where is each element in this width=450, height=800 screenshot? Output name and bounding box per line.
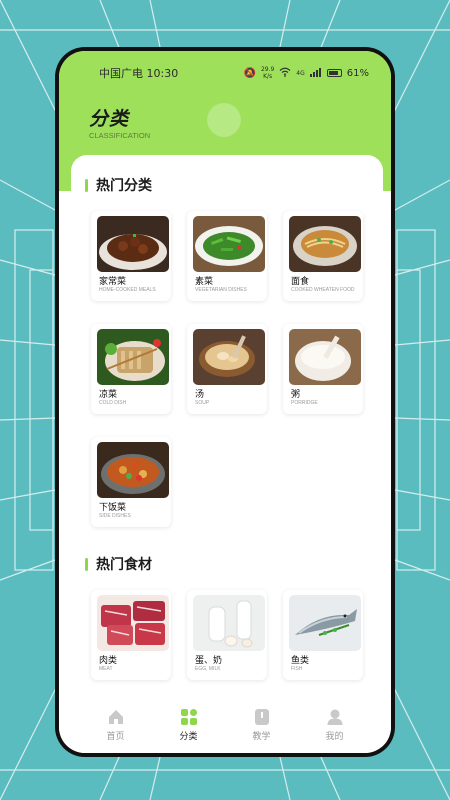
egg-milk-image xyxy=(193,595,265,651)
tab-label: 教学 xyxy=(252,732,271,742)
category-card-porridge[interactable]: 粥 PORRIDGE xyxy=(283,324,363,414)
cold-dish-image xyxy=(97,329,169,385)
side-dish-image xyxy=(97,442,169,498)
green-vegetables-image xyxy=(193,216,265,272)
speed-unit: K/s xyxy=(263,73,273,80)
bottom-tab-bar: 首页 分类 教学 我的 xyxy=(59,697,391,753)
ingredient-card-meat[interactable]: 肉类 MEAT xyxy=(91,590,171,680)
category-card-noodles[interactable]: 面食 COOKED WHEATEN FOOD xyxy=(283,211,363,301)
ingredient-name: 蛋、奶 xyxy=(195,656,223,666)
soup-image xyxy=(193,329,265,385)
status-bar: 中国广电 10:30 🔕 29.9 K/s 4G 61% xyxy=(59,63,391,83)
mute-icon: 🔕 xyxy=(243,67,256,79)
category-name: 汤 xyxy=(195,390,205,400)
category-card-cold-dish[interactable]: 凉菜 COLD DISH xyxy=(91,324,171,414)
tab-label: 我的 xyxy=(325,732,344,742)
section-header-hot-categories: 热门分类 xyxy=(85,175,152,195)
book-icon xyxy=(253,708,271,726)
category-name: 凉菜 xyxy=(99,390,118,400)
braised-meat-image xyxy=(97,216,169,272)
tab-mine[interactable]: 我的 xyxy=(310,708,360,742)
tab-teaching[interactable]: 教学 xyxy=(237,708,287,742)
status-icons: 🔕 29.9 K/s 4G 61% xyxy=(243,66,369,80)
category-subtitle: SOUP xyxy=(195,400,210,406)
section-accent-bar xyxy=(85,178,88,192)
section-title: 热门食材 xyxy=(96,557,152,573)
category-subtitle: VEGETARIAN DISHES xyxy=(195,287,247,293)
category-name: 素菜 xyxy=(195,277,214,287)
wifi-icon xyxy=(279,67,291,80)
category-card-home-cooked[interactable]: 家常菜 HOME-COOKED MEALS xyxy=(91,211,171,301)
category-icon xyxy=(180,708,198,726)
fish-image xyxy=(289,595,361,651)
section-header-hot-ingredients: 热门食材 xyxy=(85,554,152,574)
network-speed: 29.9 K/s xyxy=(261,66,274,80)
tab-home[interactable]: 首页 xyxy=(91,708,141,742)
category-card-side-dishes[interactable]: 下饭菜 SIDE DISHES xyxy=(91,437,171,527)
ingredient-subtitle: EGG, MILK xyxy=(195,666,221,672)
content-panel: 热门分类 家常菜 HOME-COOKED MEALS 素菜 VEGETARIAN… xyxy=(71,155,383,705)
home-icon xyxy=(107,708,125,726)
app-screen: 中国广电 10:30 🔕 29.9 K/s 4G 61% 分类 CLASSIFI… xyxy=(59,51,391,753)
phone-frame: 中国广电 10:30 🔕 29.9 K/s 4G 61% 分类 CLASSIFI… xyxy=(55,47,395,757)
meat-image xyxy=(97,595,169,651)
battery-level: 61% xyxy=(346,67,369,79)
ingredient-subtitle: FISH xyxy=(291,666,303,672)
category-name: 下饭菜 xyxy=(99,503,127,513)
speed-value: 29.9 xyxy=(260,66,275,73)
section-title: 热门分类 xyxy=(96,178,152,194)
signal-icon xyxy=(309,67,322,80)
section-accent-bar xyxy=(85,557,88,571)
category-name: 家常菜 xyxy=(99,277,127,287)
ingredient-subtitle: MEAT xyxy=(99,666,113,672)
category-name: 粥 xyxy=(291,390,301,400)
ingredient-card-egg-milk[interactable]: 蛋、奶 EGG, MILK xyxy=(187,590,267,680)
category-subtitle: SIDE DISHES xyxy=(99,513,131,519)
page-subtitle: CLASSIFICATION xyxy=(89,131,151,140)
noodle-soup-image xyxy=(289,216,361,272)
tab-label: 分类 xyxy=(179,732,198,742)
ingredient-name: 鱼类 xyxy=(291,656,310,666)
category-name: 面食 xyxy=(291,277,310,287)
ingredient-name: 肉类 xyxy=(99,656,118,666)
tab-category[interactable]: 分类 xyxy=(164,708,214,742)
carrier-time: 中国广电 10:30 xyxy=(99,67,179,80)
page-title: 分类 xyxy=(89,108,130,130)
battery-icon xyxy=(326,69,342,77)
category-subtitle: COLD DISH xyxy=(99,400,127,406)
category-card-vegetarian[interactable]: 素菜 VEGETARIAN DISHES xyxy=(187,211,267,301)
category-subtitle: PORRIDGE xyxy=(291,400,318,406)
porridge-image xyxy=(289,329,361,385)
network-type: 4G xyxy=(296,69,305,77)
ingredient-card-fish[interactable]: 鱼类 FISH xyxy=(283,590,363,680)
tab-label: 首页 xyxy=(106,732,125,742)
category-subtitle: HOME-COOKED MEALS xyxy=(99,287,156,293)
person-icon xyxy=(326,708,344,726)
category-subtitle: COOKED WHEATEN FOOD xyxy=(291,287,355,293)
category-card-soup[interactable]: 汤 SOUP xyxy=(187,324,267,414)
decorative-bubble xyxy=(207,103,241,137)
